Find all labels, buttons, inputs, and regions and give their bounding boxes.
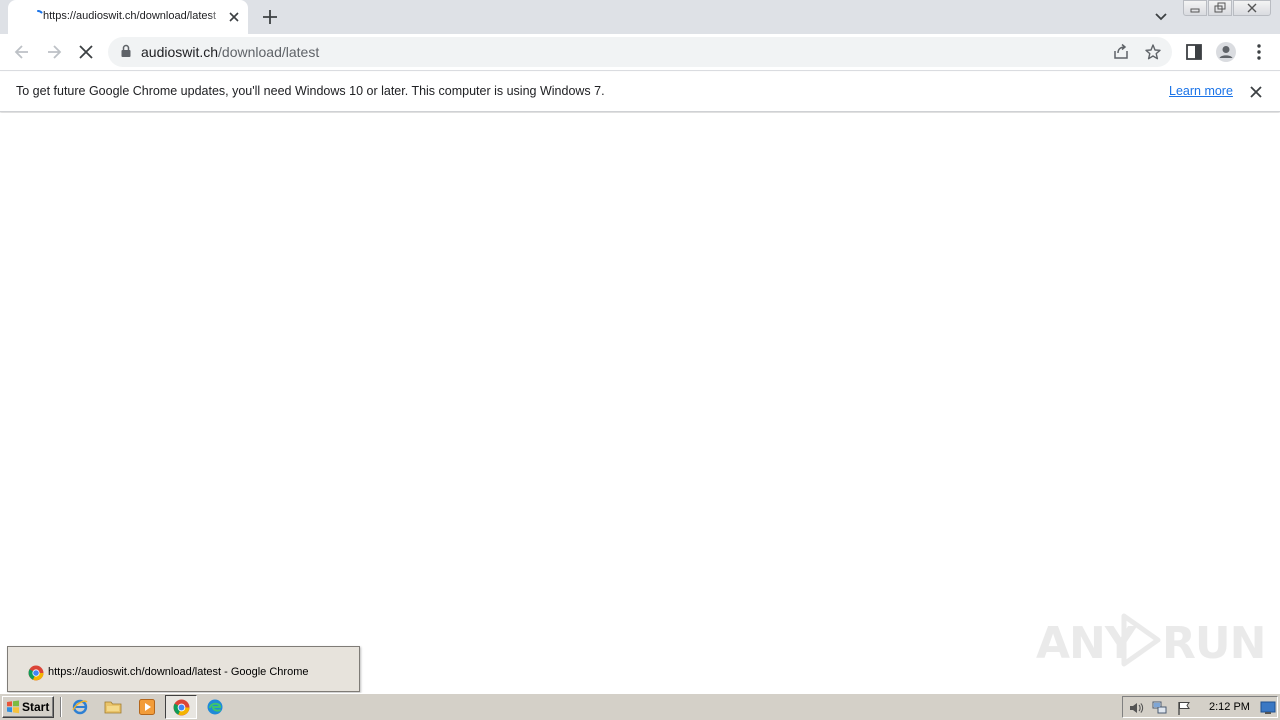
browser-toolbar: audioswit.ch/download/latest <box>0 34 1280 71</box>
restore-button[interactable] <box>1208 0 1232 16</box>
browser-tab[interactable]: https://audioswit.ch/download/latest <box>8 0 248 34</box>
watermark-text-right: RUN <box>1162 618 1266 669</box>
address-bar[interactable]: audioswit.ch/download/latest <box>108 37 1172 67</box>
folder-icon[interactable] <box>104 698 122 716</box>
media-player-icon[interactable] <box>138 698 156 716</box>
minimize-button[interactable] <box>1183 0 1207 16</box>
page-content[interactable] <box>0 113 1280 691</box>
close-window-button[interactable] <box>1233 0 1271 16</box>
internet-explorer-icon[interactable] <box>71 698 89 716</box>
restore-icon <box>1214 2 1226 13</box>
network-icon[interactable] <box>1152 700 1168 716</box>
update-infobar: To get future Google Chrome updates, you… <box>0 72 1280 112</box>
taskbar-preview[interactable]: https://audioswit.ch/download/latest - G… <box>7 646 360 692</box>
star-icon[interactable] <box>1144 43 1162 61</box>
chevron-down-icon[interactable] <box>1152 9 1170 25</box>
taskbar-separator <box>60 697 62 717</box>
lock-icon[interactable] <box>120 44 132 58</box>
taskbar-chrome-button[interactable] <box>165 695 197 719</box>
volume-icon[interactable] <box>1128 700 1144 716</box>
play-icon <box>1121 613 1161 667</box>
anyrun-watermark: ANY RUN <box>1036 608 1266 672</box>
show-desktop-icon[interactable] <box>1260 700 1276 716</box>
tab-close-icon[interactable] <box>226 9 242 25</box>
taskbar: Start 2:12 PM <box>0 693 1280 720</box>
side-panel-icon[interactable] <box>1184 42 1204 62</box>
edge-icon[interactable] <box>206 698 224 716</box>
minimize-icon <box>1190 8 1200 13</box>
close-icon[interactable] <box>1248 84 1264 100</box>
new-tab-icon[interactable] <box>260 7 280 27</box>
window-controls <box>1183 0 1273 17</box>
tab-title: https://audioswit.ch/download/latest <box>43 10 225 22</box>
start-label: Start <box>22 700 50 714</box>
preview-title: https://audioswit.ch/download/latest - G… <box>48 666 309 678</box>
url-host: audioswit.ch <box>141 44 219 60</box>
flag-icon[interactable] <box>1176 700 1192 716</box>
url-path: /download/latest <box>218 44 320 60</box>
chrome-icon <box>28 665 44 681</box>
arrow-left-icon[interactable] <box>12 42 32 62</box>
close-icon <box>1247 3 1257 13</box>
arrow-right-icon[interactable] <box>44 42 64 62</box>
url-text[interactable]: audioswit.ch/download/latest <box>141 44 319 60</box>
windows-logo-icon <box>7 700 19 714</box>
stop-loading-icon[interactable] <box>76 42 96 62</box>
share-icon[interactable] <box>1112 43 1130 61</box>
learn-more-link[interactable]: Learn more <box>1169 84 1233 98</box>
chrome-icon <box>173 699 190 716</box>
infobar-message: To get future Google Chrome updates, you… <box>16 84 605 98</box>
kebab-menu-icon[interactable] <box>1249 42 1269 62</box>
start-button[interactable]: Start <box>2 696 54 718</box>
profile-icon[interactable] <box>1215 41 1237 63</box>
clock[interactable]: 2:12 PM <box>1209 701 1250 713</box>
system-tray: 2:12 PM <box>1122 696 1278 718</box>
tab-strip: https://audioswit.ch/download/latest <box>0 0 1280 34</box>
